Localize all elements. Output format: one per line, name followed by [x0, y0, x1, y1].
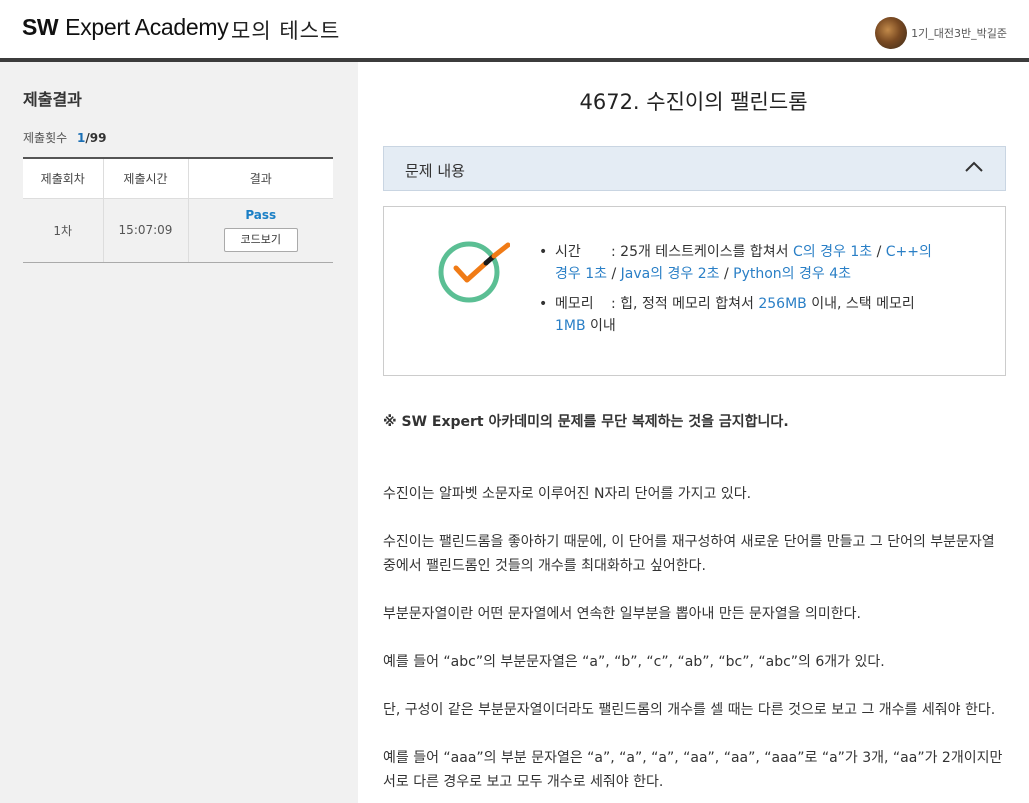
- logo-sw: SW: [22, 14, 59, 40]
- submission-table: 제출회차 제출시간 결과 1차 15:07:09 Pass 코드보기: [23, 157, 333, 263]
- submission-time: 15:07:09: [102, 198, 188, 263]
- time-limit-python: Python의 경우 4초: [733, 266, 852, 282]
- problem-title: 4672. 수진이의 팰린드롬: [579, 90, 808, 114]
- avatar[interactable]: [875, 17, 908, 49]
- memory-limit-suffix: 이내: [585, 318, 616, 334]
- memory-limit-prefix: : 힙, 정적 메모리 합쳐서: [611, 296, 759, 312]
- limits-box: • 시간: 25개 테스트케이스를 합쳐서 C의 경우 1초 / C++의 경우…: [383, 206, 1006, 376]
- description-paragraph: 예를 들어 “aaa”의 부분 문자열은 “a”, “a”, “a”, “aa”…: [383, 750, 1003, 790]
- submission-sidebar: 제출결과 제출횟수 1/99 제출회차 제출시간 결과 1차 15:07:09 …: [0, 62, 358, 803]
- username[interactable]: 1기_대전3반_박길준: [911, 25, 1007, 41]
- submission-round: 1차: [23, 198, 103, 263]
- time-limit-c: C의 경우 1초: [793, 244, 873, 260]
- description-paragraph: 수진이는 알파벳 소문자로 이루어진 N자리 단어를 가지고 있다.: [383, 486, 752, 502]
- memory-limit: • 메모리 : 힙, 정적 메모리 합쳐서 256MB 이내, 스택 메모리 1M…: [539, 293, 949, 337]
- submission-result-cell: Pass 코드보기: [187, 198, 333, 263]
- logo-text: Expert Academy: [65, 14, 229, 40]
- time-limit: • 시간: 25개 테스트케이스를 합쳐서 C의 경우 1초 / C++의 경우…: [539, 241, 949, 285]
- chevron-up-icon[interactable]: [965, 161, 983, 173]
- separator: /: [607, 266, 621, 282]
- separator: /: [872, 244, 886, 260]
- memory-limit-mid: 이내, 스택 메모리: [806, 296, 915, 312]
- memory-limit-stack: 1MB: [555, 318, 586, 334]
- column-header-round: 제출회차: [23, 157, 103, 199]
- table-header-row: 제출회차 제출시간 결과: [23, 157, 333, 199]
- top-header: SW Expert Academy 모의 테스트 1기_대전3반_박길준: [0, 0, 1029, 58]
- description-paragraph: 예를 들어 “abc”의 부분문자열은 “a”, “b”, “c”, “ab”,…: [383, 654, 885, 670]
- column-header-time: 제출시간: [102, 157, 188, 199]
- separator: /: [719, 266, 734, 282]
- time-limit-prefix: : 25개 테스트케이스를 합쳐서: [611, 244, 794, 260]
- submission-count: 제출횟수 1/99: [23, 129, 106, 146]
- description-paragraph: 부분문자열이란 어떤 문자열에서 연속한 일부분을 뽑아내 만든 문자열을 의미…: [383, 606, 861, 622]
- result-status: Pass: [245, 208, 277, 222]
- site-logo[interactable]: SW Expert Academy: [22, 14, 229, 41]
- sidebar-title: 제출결과: [23, 90, 82, 109]
- view-code-button[interactable]: 코드보기: [223, 228, 298, 252]
- page-section-title: 모의 테스트: [231, 19, 341, 43]
- problem-content-accordion[interactable]: 문제 내용: [383, 146, 1006, 191]
- problem-panel: 4672. 수진이의 팰린드롬 문제 내용 • 시간 : 25개 테스트케이스를 …: [358, 62, 1029, 803]
- submission-count-label: 제출횟수: [23, 131, 68, 145]
- description-paragraph: 수진이는 팰린드롬을 좋아하기 때문에, 이 단어를 재구성하여 새로운 단어를…: [383, 534, 995, 574]
- time-limit-java: Java의 경우 2초: [620, 266, 720, 282]
- submission-count-total: /99: [85, 131, 107, 145]
- time-limit-label: 시간: [555, 244, 581, 260]
- problem-description: ※ SW Expert 아카데미의 문제를 무단 복제하는 것을 금지합니다. …: [383, 410, 1006, 803]
- user-menu[interactable]: 1기_대전3반_박길준: [875, 17, 1007, 49]
- memory-limit-label: 메모리: [555, 296, 594, 312]
- check-circle-icon: [438, 241, 510, 303]
- limits-text: • 시간: 25개 테스트케이스를 합쳐서 C의 경우 1초 / C++의 경우…: [539, 241, 949, 345]
- description-paragraph: 단, 구성이 같은 부분문자열이더라도 팰린드롬의 개수를 셀 때는 다른 것으…: [383, 702, 996, 718]
- accordion-label: 문제 내용: [405, 162, 465, 180]
- memory-limit-heap: 256MB: [758, 296, 807, 312]
- column-header-result: 결과: [187, 157, 333, 199]
- bullet-icon: •: [539, 296, 548, 312]
- bullet-icon: •: [539, 244, 548, 260]
- table-row: 1차 15:07:09 Pass 코드보기: [23, 198, 333, 263]
- copyright-warning: ※ SW Expert 아카데미의 문제를 무단 복제하는 것을 금지합니다.: [383, 414, 789, 430]
